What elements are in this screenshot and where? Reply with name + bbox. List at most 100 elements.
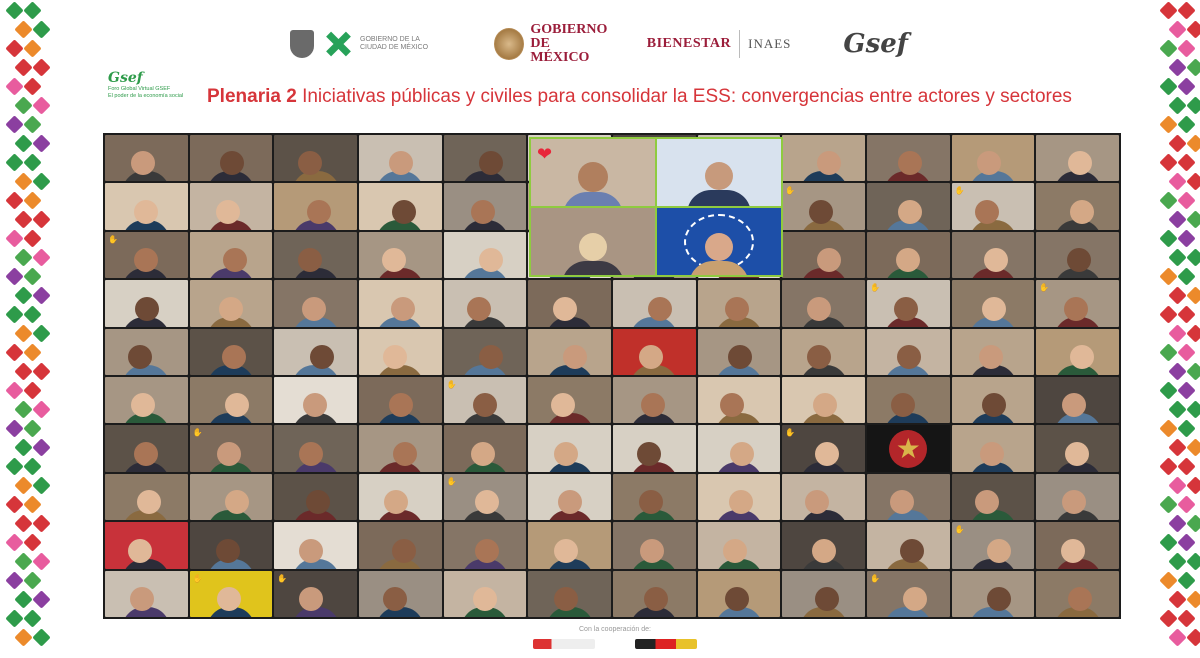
participant-tile[interactable] <box>189 522 273 569</box>
participant-tile[interactable] <box>612 280 696 327</box>
participant-tile[interactable] <box>782 135 865 182</box>
participant-tile[interactable] <box>443 183 527 230</box>
participant-tile[interactable] <box>528 570 611 617</box>
participant-tile[interactable] <box>274 522 357 569</box>
participant-tile[interactable] <box>358 377 442 424</box>
participant-tile[interactable] <box>358 522 442 569</box>
participant-tile[interactable] <box>951 231 1035 279</box>
participant-tile[interactable] <box>443 135 527 182</box>
participant-tile[interactable]: ✋ <box>782 425 865 472</box>
participant-tile[interactable] <box>105 570 188 617</box>
participant-tile[interactable] <box>443 328 527 375</box>
participant-tile[interactable] <box>443 231 527 279</box>
participant-tile[interactable] <box>951 135 1035 182</box>
participant-tile[interactable] <box>189 328 273 375</box>
participant-tile[interactable] <box>105 473 188 521</box>
participant-tile[interactable] <box>697 328 781 375</box>
participant-tile[interactable] <box>782 377 865 424</box>
participant-tile[interactable] <box>951 377 1035 424</box>
participant-tile[interactable] <box>612 522 696 569</box>
participant-tile[interactable] <box>866 522 950 569</box>
participant-tile[interactable] <box>612 473 696 521</box>
participant-tile[interactable] <box>274 328 357 375</box>
participant-tile[interactable] <box>443 522 527 569</box>
participant-tile[interactable] <box>189 280 273 327</box>
participant-tile[interactable] <box>105 377 188 424</box>
participant-tile[interactable] <box>528 280 611 327</box>
participant-tile[interactable] <box>697 425 781 472</box>
participant-tile[interactable] <box>105 425 188 472</box>
participant-tile[interactable] <box>189 135 273 182</box>
participant-tile[interactable] <box>951 570 1035 617</box>
participant-tile[interactable] <box>274 377 357 424</box>
participant-tile[interactable] <box>866 377 950 424</box>
participant-tile[interactable] <box>866 231 950 279</box>
participant-tile[interactable]: ✋ <box>1036 280 1119 327</box>
speaker-tile[interactable]: ❤ <box>531 139 655 206</box>
participant-tile[interactable] <box>105 280 188 327</box>
speaker-tile[interactable] <box>531 208 655 275</box>
participant-tile[interactable] <box>1036 425 1119 472</box>
participant-tile[interactable]: ✋ <box>443 473 527 521</box>
participant-tile[interactable] <box>189 473 273 521</box>
participant-tile[interactable] <box>1036 231 1119 279</box>
participant-tile[interactable] <box>866 473 950 521</box>
participant-tile[interactable] <box>274 280 357 327</box>
participant-tile[interactable] <box>782 231 865 279</box>
participant-tile[interactable] <box>1036 183 1119 230</box>
participant-tile[interactable] <box>697 473 781 521</box>
participant-tile[interactable] <box>274 473 357 521</box>
participant-tile[interactable] <box>612 570 696 617</box>
participant-tile[interactable] <box>189 231 273 279</box>
participant-tile[interactable]: ✋ <box>189 570 273 617</box>
participant-tile[interactable]: ✋ <box>782 183 865 230</box>
participant-tile[interactable] <box>358 183 442 230</box>
participant-tile[interactable]: ✋ <box>951 522 1035 569</box>
participant-tile[interactable] <box>358 231 442 279</box>
participant-tile[interactable]: ✋ <box>443 377 527 424</box>
participant-tile[interactable] <box>274 231 357 279</box>
participant-tile[interactable] <box>528 377 611 424</box>
participant-tile[interactable] <box>358 135 442 182</box>
participant-tile[interactable] <box>189 183 273 230</box>
participant-tile[interactable] <box>1036 570 1119 617</box>
participant-tile[interactable]: ★ <box>866 425 950 472</box>
participant-tile[interactable] <box>189 377 273 424</box>
participant-tile[interactable] <box>443 280 527 327</box>
participant-tile[interactable] <box>612 425 696 472</box>
participant-tile[interactable] <box>1036 135 1119 182</box>
participant-tile[interactable] <box>951 473 1035 521</box>
participant-tile[interactable] <box>1036 473 1119 521</box>
participant-tile[interactable] <box>612 377 696 424</box>
participant-tile[interactable] <box>358 280 442 327</box>
participant-tile[interactable] <box>443 425 527 472</box>
participant-tile[interactable] <box>105 328 188 375</box>
participant-tile[interactable] <box>782 280 865 327</box>
participant-tile[interactable] <box>528 328 611 375</box>
participant-tile[interactable] <box>866 135 950 182</box>
participant-tile[interactable]: ✋ <box>951 183 1035 230</box>
participant-tile[interactable] <box>951 280 1035 327</box>
participant-tile[interactable] <box>782 522 865 569</box>
speaker-tile[interactable] <box>657 208 781 275</box>
participant-tile[interactable] <box>866 183 950 230</box>
participant-tile[interactable] <box>105 135 188 182</box>
participant-tile[interactable] <box>105 183 188 230</box>
participant-tile[interactable] <box>866 328 950 375</box>
participant-tile[interactable] <box>528 522 611 569</box>
participant-tile[interactable] <box>105 522 188 569</box>
participant-tile[interactable] <box>697 522 781 569</box>
participant-tile[interactable] <box>951 328 1035 375</box>
participant-tile[interactable] <box>697 280 781 327</box>
participant-tile[interactable] <box>1036 522 1119 569</box>
participant-tile[interactable] <box>358 425 442 472</box>
participant-tile[interactable] <box>782 473 865 521</box>
participant-tile[interactable] <box>358 473 442 521</box>
participant-tile[interactable] <box>1036 328 1119 375</box>
participant-tile[interactable] <box>358 328 442 375</box>
participant-tile[interactable] <box>443 570 527 617</box>
participant-tile[interactable] <box>612 328 696 375</box>
participant-tile[interactable] <box>782 328 865 375</box>
participant-tile[interactable] <box>1036 377 1119 424</box>
participant-tile[interactable] <box>274 425 357 472</box>
